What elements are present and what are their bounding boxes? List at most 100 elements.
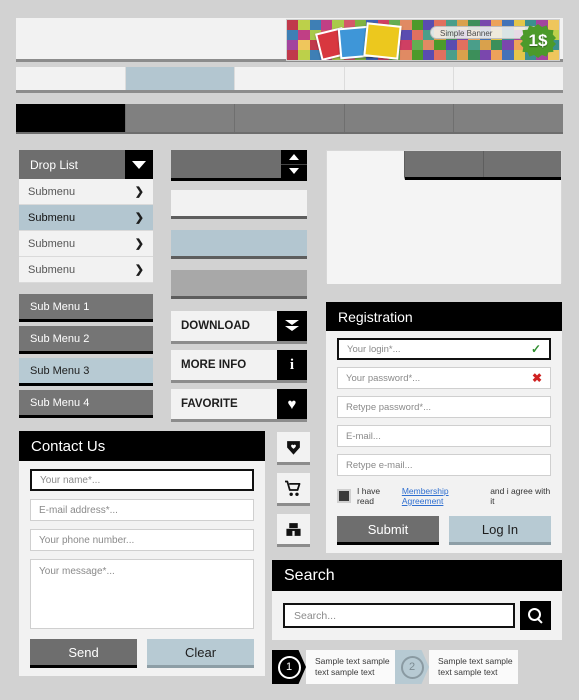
drop-list-item-label: Submenu — [28, 211, 76, 224]
drop-list-item-2[interactable]: Submenu ❯ — [19, 205, 153, 231]
step-1[interactable]: 1 Sample text sample text sample text — [272, 650, 395, 684]
submit-button[interactable]: Submit — [337, 516, 439, 545]
favorite-button[interactable]: FAVORITE ♥ — [171, 389, 307, 422]
nav-bar-light[interactable] — [16, 67, 563, 93]
stepper-arrows[interactable] — [281, 150, 307, 178]
drop-list-item-3[interactable]: Submenu ❯ — [19, 231, 153, 257]
chevron-down-icon[interactable] — [125, 150, 153, 179]
agreement-suffix: and i agree with it — [490, 486, 551, 506]
login-button[interactable]: Log In — [449, 516, 551, 545]
nav-light-item-4[interactable] — [345, 67, 455, 90]
search-row: Search... — [283, 601, 551, 630]
registration-login-input[interactable]: Your login*... ✓ — [337, 338, 551, 360]
search-widget: Search Search... — [272, 560, 562, 640]
chevron-right-icon: ❯ — [134, 238, 144, 250]
tab-2[interactable] — [405, 151, 484, 177]
drop-list-item-4[interactable]: Submenu ❯ — [19, 257, 153, 283]
tab-3[interactable] — [483, 151, 561, 177]
drop-list-item-label: Submenu — [28, 237, 76, 250]
caret-down-icon[interactable] — [281, 165, 307, 179]
step-2-text: Sample text sample text sample text — [438, 656, 513, 677]
membership-agreement-link[interactable]: Membership Agreement — [402, 486, 484, 506]
contact-name-input[interactable]: Your name*... — [30, 469, 254, 491]
drop-list-item-label: Submenu — [28, 185, 76, 198]
drop-list-header[interactable]: Drop List — [19, 150, 153, 179]
nav-bar-dark[interactable] — [16, 104, 563, 134]
list-item[interactable] — [171, 230, 307, 259]
contact-form: Contact Us Your name*... E-mail address*… — [19, 431, 265, 676]
sub-menu-list[interactable]: Sub Menu 1 Sub Menu 2 Sub Menu 3 Sub Men… — [19, 294, 153, 422]
drop-list-item-label: Submenu — [28, 263, 76, 276]
sub-menu-item-4[interactable]: Sub Menu 4 — [19, 390, 153, 418]
info-icon: i — [277, 350, 307, 380]
sub-menu-item-3[interactable]: Sub Menu 3 — [19, 358, 153, 386]
clear-button[interactable]: Clear — [147, 639, 254, 668]
nav-light-item-2[interactable] — [125, 67, 236, 90]
chevron-right-icon: ❯ — [134, 264, 144, 276]
banner-photo-yellow — [363, 22, 402, 60]
contact-message-textarea[interactable]: Your message*... — [30, 559, 254, 629]
nav-light-item-3[interactable] — [235, 67, 345, 90]
list-item[interactable] — [171, 270, 307, 299]
drop-list-title: Drop List — [30, 157, 79, 172]
shopping-cart-icon[interactable] — [277, 473, 310, 506]
caret-up-icon[interactable] — [281, 150, 307, 165]
step-2-number: 2 — [400, 655, 424, 679]
nav-dark-item-4[interactable] — [345, 104, 455, 132]
valid-check-icon: ✓ — [530, 342, 541, 356]
shield-heart-icon[interactable] — [277, 432, 310, 465]
step-2-badge: 2 — [395, 650, 429, 684]
stepper-value-field[interactable] — [171, 150, 281, 178]
favorite-label: FAVORITE — [171, 389, 277, 419]
chevron-right-icon: ❯ — [134, 186, 144, 198]
download-label: DOWNLOAD — [171, 311, 277, 341]
contact-email-input[interactable]: E-mail address*... — [30, 499, 254, 521]
step-1-text: Sample text sample text sample text — [315, 656, 390, 677]
number-stepper[interactable] — [171, 150, 307, 181]
download-button[interactable]: DOWNLOAD — [171, 311, 307, 344]
drop-list-item-1[interactable]: Submenu ❯ — [19, 179, 153, 205]
field-placeholder: Your login*... — [347, 343, 401, 355]
search-title: Search — [272, 560, 562, 591]
search-input[interactable]: Search... — [283, 603, 515, 628]
invalid-cross-icon: ✖ — [531, 371, 542, 385]
drop-list[interactable]: Drop List Submenu ❯ Submenu ❯ Submenu ❯ … — [19, 150, 153, 283]
search-button[interactable] — [520, 601, 551, 630]
contact-phone-input[interactable]: Your phone number... — [30, 529, 254, 551]
more-info-button[interactable]: MORE INFO i — [171, 350, 307, 383]
nav-dark-item-2[interactable] — [126, 104, 236, 132]
tab-content — [327, 180, 561, 284]
field-placeholder: Your password*... — [346, 372, 421, 384]
magnifier-icon — [528, 608, 543, 624]
contact-buttons: Send Clear — [30, 639, 254, 668]
agreement-prefix: I have read — [357, 486, 381, 506]
agreement-checkbox[interactable] — [337, 489, 351, 503]
step-2[interactable]: 2 Sample text sample text sample text — [395, 650, 518, 684]
sub-menu-item-2[interactable]: Sub Menu 2 — [19, 326, 153, 354]
registration-password-input[interactable]: Your password*... ✖ — [337, 367, 551, 389]
nav-dark-item-5[interactable] — [454, 104, 563, 132]
nav-light-item-5[interactable] — [454, 67, 563, 90]
field-placeholder: Retype password*... — [346, 401, 432, 413]
list-item[interactable] — [171, 190, 307, 219]
step-indicator: 1 Sample text sample text sample text 2 … — [272, 650, 562, 684]
sub-menu-item-1[interactable]: Sub Menu 1 — [19, 294, 153, 322]
registration-form: Registration Your login*... ✓ Your passw… — [326, 302, 562, 553]
step-1-number: 1 — [277, 655, 301, 679]
step-2-body: Sample text sample text sample text — [429, 650, 518, 684]
double-chevron-down-icon — [277, 311, 307, 341]
tab-strip[interactable] — [327, 151, 561, 180]
registration-email-input[interactable]: E-mail... — [337, 425, 551, 447]
nav-light-item-1[interactable] — [16, 67, 126, 90]
tab-1[interactable] — [327, 151, 406, 180]
registration-retype-password-input[interactable]: Retype password*... — [337, 396, 551, 418]
tab-panel — [326, 150, 562, 284]
nav-dark-item-1[interactable] — [16, 104, 126, 132]
field-placeholder: Retype e-mail... — [346, 459, 413, 471]
store-icon[interactable] — [277, 514, 310, 547]
registration-buttons: Submit Log In — [337, 516, 551, 545]
registration-retype-email-input[interactable]: Retype e-mail... — [337, 454, 551, 476]
send-button[interactable]: Send — [30, 639, 137, 668]
nav-dark-item-3[interactable] — [235, 104, 345, 132]
banner[interactable]: Simple Banner 1$ — [286, 19, 560, 61]
